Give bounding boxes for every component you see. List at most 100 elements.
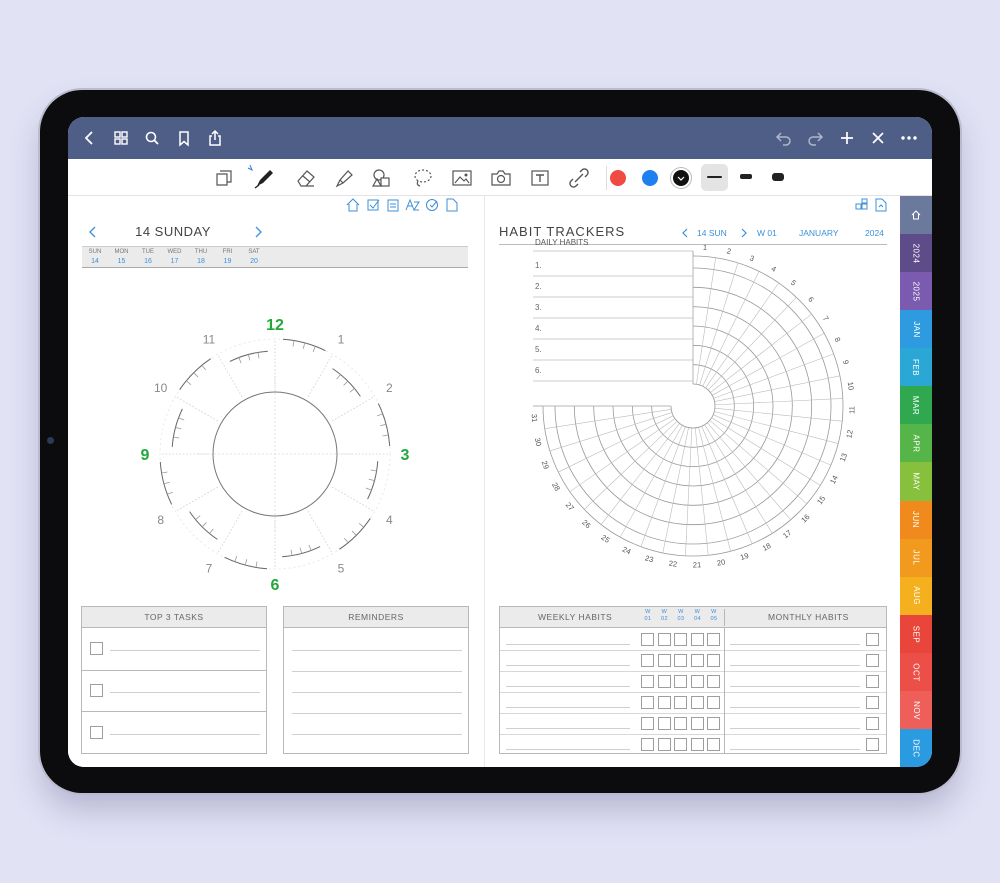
shapes-icon[interactable]	[368, 164, 396, 192]
monthly-habit-line[interactable]	[730, 644, 860, 645]
weekly-habit-checkbox[interactable]	[690, 675, 704, 688]
black-color-swatch[interactable]	[673, 170, 689, 186]
monthly-habit-line[interactable]	[730, 665, 860, 666]
monthly-habit-line[interactable]	[730, 707, 860, 708]
weekly-habit-checkbox[interactable]	[674, 675, 687, 688]
weekly-habit-checkbox[interactable]	[657, 717, 671, 730]
monthly-habit-checkbox[interactable]	[866, 654, 879, 667]
weekly-habit-checkbox[interactable]	[641, 633, 654, 646]
weekly-habit-checkbox[interactable]	[707, 633, 720, 646]
weekly-habit-checkbox[interactable]	[690, 633, 704, 646]
weekly-habit-checkbox[interactable]	[657, 675, 671, 688]
bookmark-icon[interactable]	[171, 125, 197, 151]
monthly-habit-line[interactable]	[730, 749, 860, 750]
tab-oct[interactable]: OCT	[900, 652, 932, 692]
prev-week-icon[interactable]	[681, 228, 691, 238]
prev-day-icon[interactable]	[88, 226, 98, 238]
reminder-line[interactable]	[292, 713, 462, 714]
weekly-habit-checkbox[interactable]	[690, 654, 704, 667]
tab-apr[interactable]: APR	[900, 424, 932, 463]
task-line[interactable]	[110, 734, 260, 735]
reader-icon[interactable]	[210, 164, 238, 192]
weekly-habit-checkbox[interactable]	[641, 696, 654, 709]
thick-stroke-button[interactable]	[772, 173, 784, 181]
highlighter-icon[interactable]	[330, 164, 358, 192]
search-icon[interactable]	[139, 125, 165, 151]
weekly-habit-checkbox[interactable]	[707, 738, 720, 751]
nav-week[interactable]: W 01	[757, 228, 777, 238]
task-checkbox[interactable]	[90, 642, 103, 655]
weekly-habit-checkbox[interactable]	[707, 696, 720, 709]
tab-may[interactable]: MAY	[900, 462, 932, 502]
eraser-icon[interactable]	[292, 164, 320, 192]
week-day-thu[interactable]: THU 18	[188, 248, 214, 266]
nav-day[interactable]: 14 SUN	[697, 228, 727, 238]
weekly-habit-line[interactable]	[506, 644, 630, 645]
monthly-habit-checkbox[interactable]	[866, 633, 879, 646]
weekly-habit-line[interactable]	[506, 686, 630, 687]
nav-month[interactable]: JANUARY	[799, 228, 839, 238]
monthly-habit-line[interactable]	[730, 728, 860, 729]
week-day-sun[interactable]: SUN 14	[82, 248, 108, 266]
monthly-habit-checkbox[interactable]	[866, 675, 879, 688]
weekly-habit-line[interactable]	[506, 707, 630, 708]
tab-sep[interactable]: SEP	[900, 614, 932, 654]
weekly-habit-checkbox[interactable]	[674, 717, 687, 730]
weekly-habit-checkbox[interactable]	[707, 654, 720, 667]
task-checkbox[interactable]	[90, 726, 103, 739]
weekly-habit-line[interactable]	[506, 728, 630, 729]
close-icon[interactable]	[865, 125, 891, 151]
more-icon[interactable]	[896, 125, 922, 151]
next-day-icon[interactable]	[253, 226, 263, 238]
reminder-line[interactable]	[292, 692, 462, 693]
camera-icon[interactable]	[487, 164, 515, 192]
next-week-icon[interactable]	[739, 228, 749, 238]
thin-stroke-button[interactable]	[701, 164, 728, 191]
week-day-tue[interactable]: TUE 16	[135, 248, 161, 266]
tab-2024[interactable]: 2024	[900, 234, 932, 273]
undo-icon[interactable]	[771, 125, 797, 151]
tab-feb[interactable]: FEB	[900, 348, 932, 387]
redo-icon[interactable]	[802, 125, 828, 151]
reminder-line[interactable]	[292, 734, 462, 735]
weekly-habit-checkbox[interactable]	[707, 717, 720, 730]
weekly-habit-checkbox[interactable]	[641, 654, 654, 667]
tab-home[interactable]	[900, 196, 932, 235]
weekly-habit-checkbox[interactable]	[657, 696, 671, 709]
tab-jul[interactable]: JUL	[900, 538, 932, 578]
blue-color-swatch[interactable]	[642, 170, 658, 186]
grid-icon[interactable]	[108, 125, 134, 151]
tab-aug[interactable]: AUG	[900, 576, 932, 616]
weekly-habit-checkbox[interactable]	[657, 738, 671, 751]
task-line[interactable]	[110, 650, 260, 651]
week-day-wed[interactable]: WED 17	[162, 248, 188, 266]
week-day-mon[interactable]: MON 15	[109, 248, 135, 266]
week-day-sat[interactable]: SAT 20	[241, 248, 267, 266]
weekly-habit-checkbox[interactable]	[657, 654, 671, 667]
weekly-habit-checkbox[interactable]	[641, 717, 654, 730]
weekly-habit-checkbox[interactable]	[674, 696, 687, 709]
monthly-habit-checkbox[interactable]	[866, 696, 879, 709]
tab-jan[interactable]: JAN	[900, 310, 932, 349]
tab-jun[interactable]: JUN	[900, 500, 932, 540]
monthly-habit-line[interactable]	[730, 686, 860, 687]
weekly-habit-checkbox[interactable]	[641, 738, 654, 751]
weekly-habit-checkbox[interactable]	[690, 696, 704, 709]
text-icon[interactable]	[526, 164, 554, 192]
monthly-habit-checkbox[interactable]	[866, 738, 879, 751]
add-icon[interactable]	[834, 125, 860, 151]
weekly-habit-checkbox[interactable]	[690, 717, 704, 730]
weekly-habit-checkbox[interactable]	[657, 633, 671, 646]
weekly-habit-checkbox[interactable]	[674, 738, 687, 751]
reminder-line[interactable]	[292, 671, 462, 672]
tab-2025[interactable]: 2025	[900, 272, 932, 311]
back-icon[interactable]	[76, 125, 102, 151]
monthly-habit-checkbox[interactable]	[866, 717, 879, 730]
tab-dec[interactable]: DEC	[900, 728, 932, 767]
link-icon[interactable]	[565, 164, 593, 192]
task-line[interactable]	[110, 692, 260, 693]
task-checkbox[interactable]	[90, 684, 103, 697]
reminder-line[interactable]	[292, 650, 462, 651]
weekly-habit-checkbox[interactable]	[641, 675, 654, 688]
week-day-fri[interactable]: FRI 19	[215, 248, 241, 266]
